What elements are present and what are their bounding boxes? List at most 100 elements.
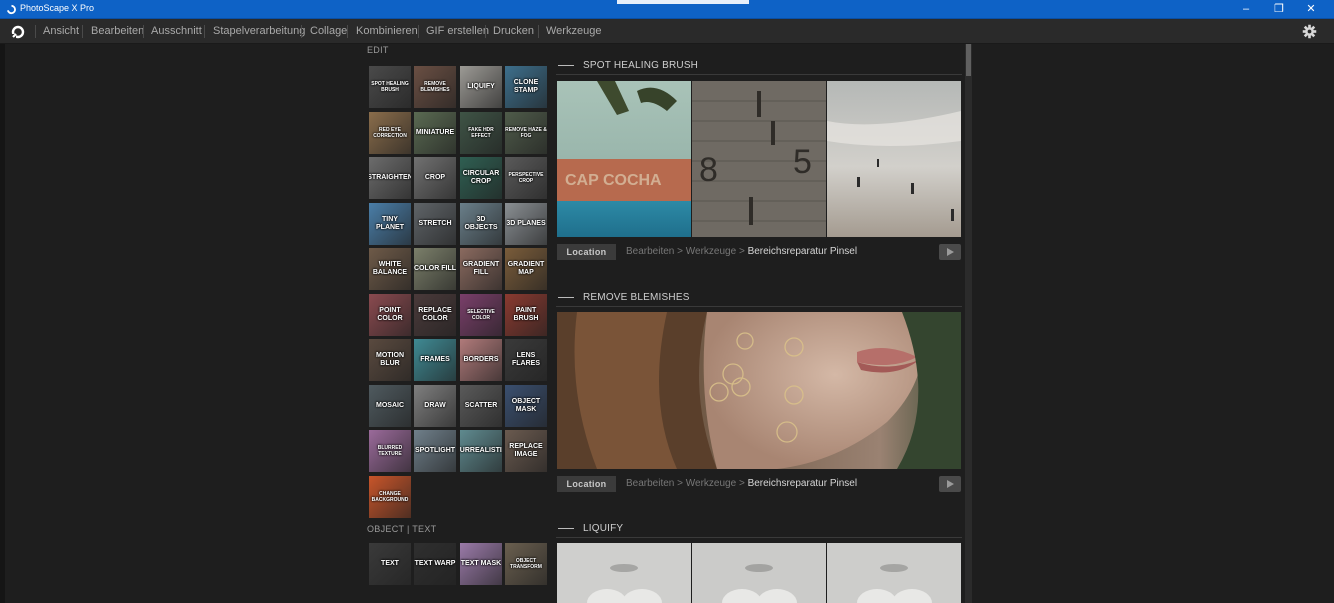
tile-red-eye-correction[interactable]: RED EYE CORRECTION	[369, 111, 411, 154]
menu-item-ausschnitt[interactable]: Ausschnitt	[151, 25, 202, 37]
title-bar: PhotoScape X Pro – ❐ ✕	[0, 0, 1334, 19]
play-icon[interactable]	[939, 244, 961, 260]
spot-healing-preview-image: CAP COCHA 8 5	[557, 81, 961, 237]
menu-separator	[204, 25, 205, 38]
tile-selective-color[interactable]: SELECTIVE COLOR	[460, 293, 502, 336]
tile-object-transform[interactable]: OBJECT TRANSFORM	[505, 543, 547, 585]
tile-motion-blur[interactable]: MOTION BLUR	[369, 339, 411, 381]
location-path: Bearbeiten > Werkzeuge > Bereichsreparat…	[626, 478, 857, 489]
tile-paint-brush[interactable]: PAINT BRUSH	[505, 293, 547, 336]
tile-label: SPOTLIGHT	[414, 447, 456, 454]
tile-label: 3D OBJECTS	[464, 215, 498, 231]
window-title: PhotoScape X Pro	[20, 3, 95, 13]
location-button[interactable]: Location	[557, 244, 616, 260]
menu-item-stapelverarbeitung[interactable]: Stapelverarbeitung	[213, 25, 305, 37]
tile-label: CLONE STAMP	[513, 79, 539, 94]
tile-blurred-texture[interactable]: BLURRED TEXTURE	[369, 430, 411, 472]
tile-spot-healing-brush[interactable]: SPOT HEALING BRUSH	[369, 66, 411, 108]
tile-replace-color[interactable]: REPLACE COLOR	[414, 293, 456, 336]
tile-mosaic[interactable]: MOSAIC	[369, 384, 411, 427]
section-title: SPOT HEALING BRUSH	[583, 60, 699, 71]
tile-borders[interactable]: BORDERS	[460, 339, 502, 381]
tile-label: LENS FLARES	[512, 352, 540, 367]
tile-label: TEXT WARP	[414, 560, 456, 567]
play-icon[interactable]	[939, 476, 961, 492]
tile-frames[interactable]: FRAMES	[414, 339, 456, 381]
tile-surrealistic[interactable]: SURREALISTIC	[460, 430, 502, 472]
tile-text-warp[interactable]: TEXT WARP	[414, 543, 456, 585]
location-path-current: Bereichsreparatur Pinsel	[747, 246, 858, 257]
location-path-prefix: Bearbeiten > Werkzeuge >	[626, 478, 748, 489]
tile-scatter[interactable]: SCATTER	[460, 384, 502, 427]
minimize-button[interactable]: –	[1231, 0, 1261, 19]
tile-label: BLURRED TEXTURE	[377, 445, 403, 457]
tile-label: 3D PLANES	[506, 219, 546, 227]
tile-liquify[interactable]: LIQUIFY	[460, 66, 502, 108]
tile-miniature[interactable]: MINIATURE	[414, 111, 456, 154]
menu-item-drucken[interactable]: Drucken	[493, 25, 534, 37]
tile-label: STRAIGHTEN	[369, 174, 411, 181]
gear-icon[interactable]	[1302, 24, 1317, 39]
tile-label: FAKE HDR EFFECT	[468, 126, 494, 139]
tile-stretch[interactable]: STRETCH	[414, 202, 456, 245]
tile-spotlight[interactable]: SPOTLIGHT	[414, 430, 456, 472]
title-bar-highlight	[617, 0, 749, 4]
tile-label: SURREALISTIC	[460, 447, 502, 454]
scrollbar-thumb[interactable]	[966, 44, 971, 76]
tile-label: OBJECT TRANSFORM	[510, 558, 542, 570]
menu-separator	[82, 25, 83, 38]
tool-grid-panel[interactable]: EDIT SPOT HEALING BRUSH REMOVE BLEMISHES L…	[365, 44, 549, 603]
tile-crop[interactable]: CROP	[414, 157, 456, 199]
section-header-liquify: LIQUIFY	[556, 520, 962, 538]
menu-bar: Ansicht Bearbeiten Ausschnitt Stapelverarbe…	[0, 19, 1334, 44]
tile-gradient-map[interactable]: GRADIENT MAP	[505, 248, 547, 290]
close-button[interactable]: ✕	[1296, 0, 1326, 19]
menu-item-collage[interactable]: Collage	[310, 25, 347, 37]
tile-label: GRADIENT FILL	[462, 261, 500, 276]
section-title: REMOVE BLEMISHES	[583, 292, 690, 303]
tile-text[interactable]: TEXT	[369, 543, 411, 585]
tile-tiny-planet[interactable]: TINY PLANET	[369, 202, 411, 245]
tile-perspective-crop[interactable]: PERSPECTIVE CROP	[505, 157, 547, 199]
menu-item-gif-erstellen[interactable]: GIF erstellen	[426, 25, 489, 37]
menu-separator	[143, 25, 144, 38]
location-button[interactable]: Location	[557, 476, 616, 492]
tile-fake-hdr-effect[interactable]: FAKE HDR EFFECT	[460, 111, 502, 154]
tile-3d-planes[interactable]: 3D PLANES	[505, 202, 547, 245]
tile-lens-flares[interactable]: LENS FLARES	[505, 339, 547, 381]
tile-label: DRAW	[424, 401, 446, 409]
menu-item-kombinieren[interactable]: Kombinieren	[356, 25, 418, 37]
tile-point-color[interactable]: POINT COLOR	[369, 293, 411, 336]
tile-label: WHITE BALANCE	[372, 261, 408, 276]
content-scrollbar[interactable]	[965, 44, 972, 603]
tile-text-mask[interactable]: TEXT MASK	[460, 543, 502, 585]
tile-replace-image[interactable]: REPLACE IMAGE	[505, 430, 547, 472]
tile-label: GRADIENT MAP	[507, 261, 545, 276]
tile-object-mask[interactable]: OBJECT MASK	[505, 384, 547, 427]
tile-label: BORDERS	[463, 356, 499, 363]
location-path-current: Bereichsreparatur Pinsel	[747, 478, 858, 489]
tile-3d-objects[interactable]: 3D OBJECTS	[460, 202, 502, 245]
menu-item-bearbeiten[interactable]: Bearbeiten	[91, 25, 144, 37]
tile-color-fill[interactable]: COLOR FILL	[414, 248, 456, 290]
tile-straighten[interactable]: STRAIGHTEN	[369, 157, 411, 199]
svg-text:5: 5	[793, 143, 812, 181]
tile-remove-haze-fog[interactable]: REMOVE HAZE & FOG	[505, 111, 547, 154]
tile-gradient-fill[interactable]: GRADIENT FILL	[460, 248, 502, 290]
svg-text:CAP COCHA: CAP COCHA	[565, 172, 662, 189]
menu-item-ansicht[interactable]: Ansicht	[43, 25, 79, 37]
tile-clone-stamp[interactable]: CLONE STAMP	[505, 66, 547, 108]
tile-circular-crop[interactable]: CIRCULAR CROP	[460, 157, 502, 199]
location-path-prefix: Bearbeiten > Werkzeuge >	[626, 246, 748, 257]
content-panel[interactable]: SPOT HEALING BRUSH CAP COCHA 8 5 Locatio…	[556, 44, 962, 603]
photoscape-logo-icon[interactable]	[11, 25, 25, 39]
tile-label: MOSAIC	[376, 401, 404, 409]
tile-label: SPOT HEALING BRUSH	[371, 81, 409, 93]
menu-item-werkzeuge[interactable]: Werkzeuge	[546, 25, 601, 37]
tile-remove-blemishes[interactable]: REMOVE BLEMISHES	[414, 66, 456, 108]
tile-white-balance[interactable]: WHITE BALANCE	[369, 248, 411, 290]
tile-change-background[interactable]: CHANGE BACKGROUND	[369, 475, 411, 518]
tile-draw[interactable]: DRAW	[414, 384, 456, 427]
menu-separator	[538, 25, 539, 38]
restore-button[interactable]: ❐	[1264, 0, 1294, 19]
